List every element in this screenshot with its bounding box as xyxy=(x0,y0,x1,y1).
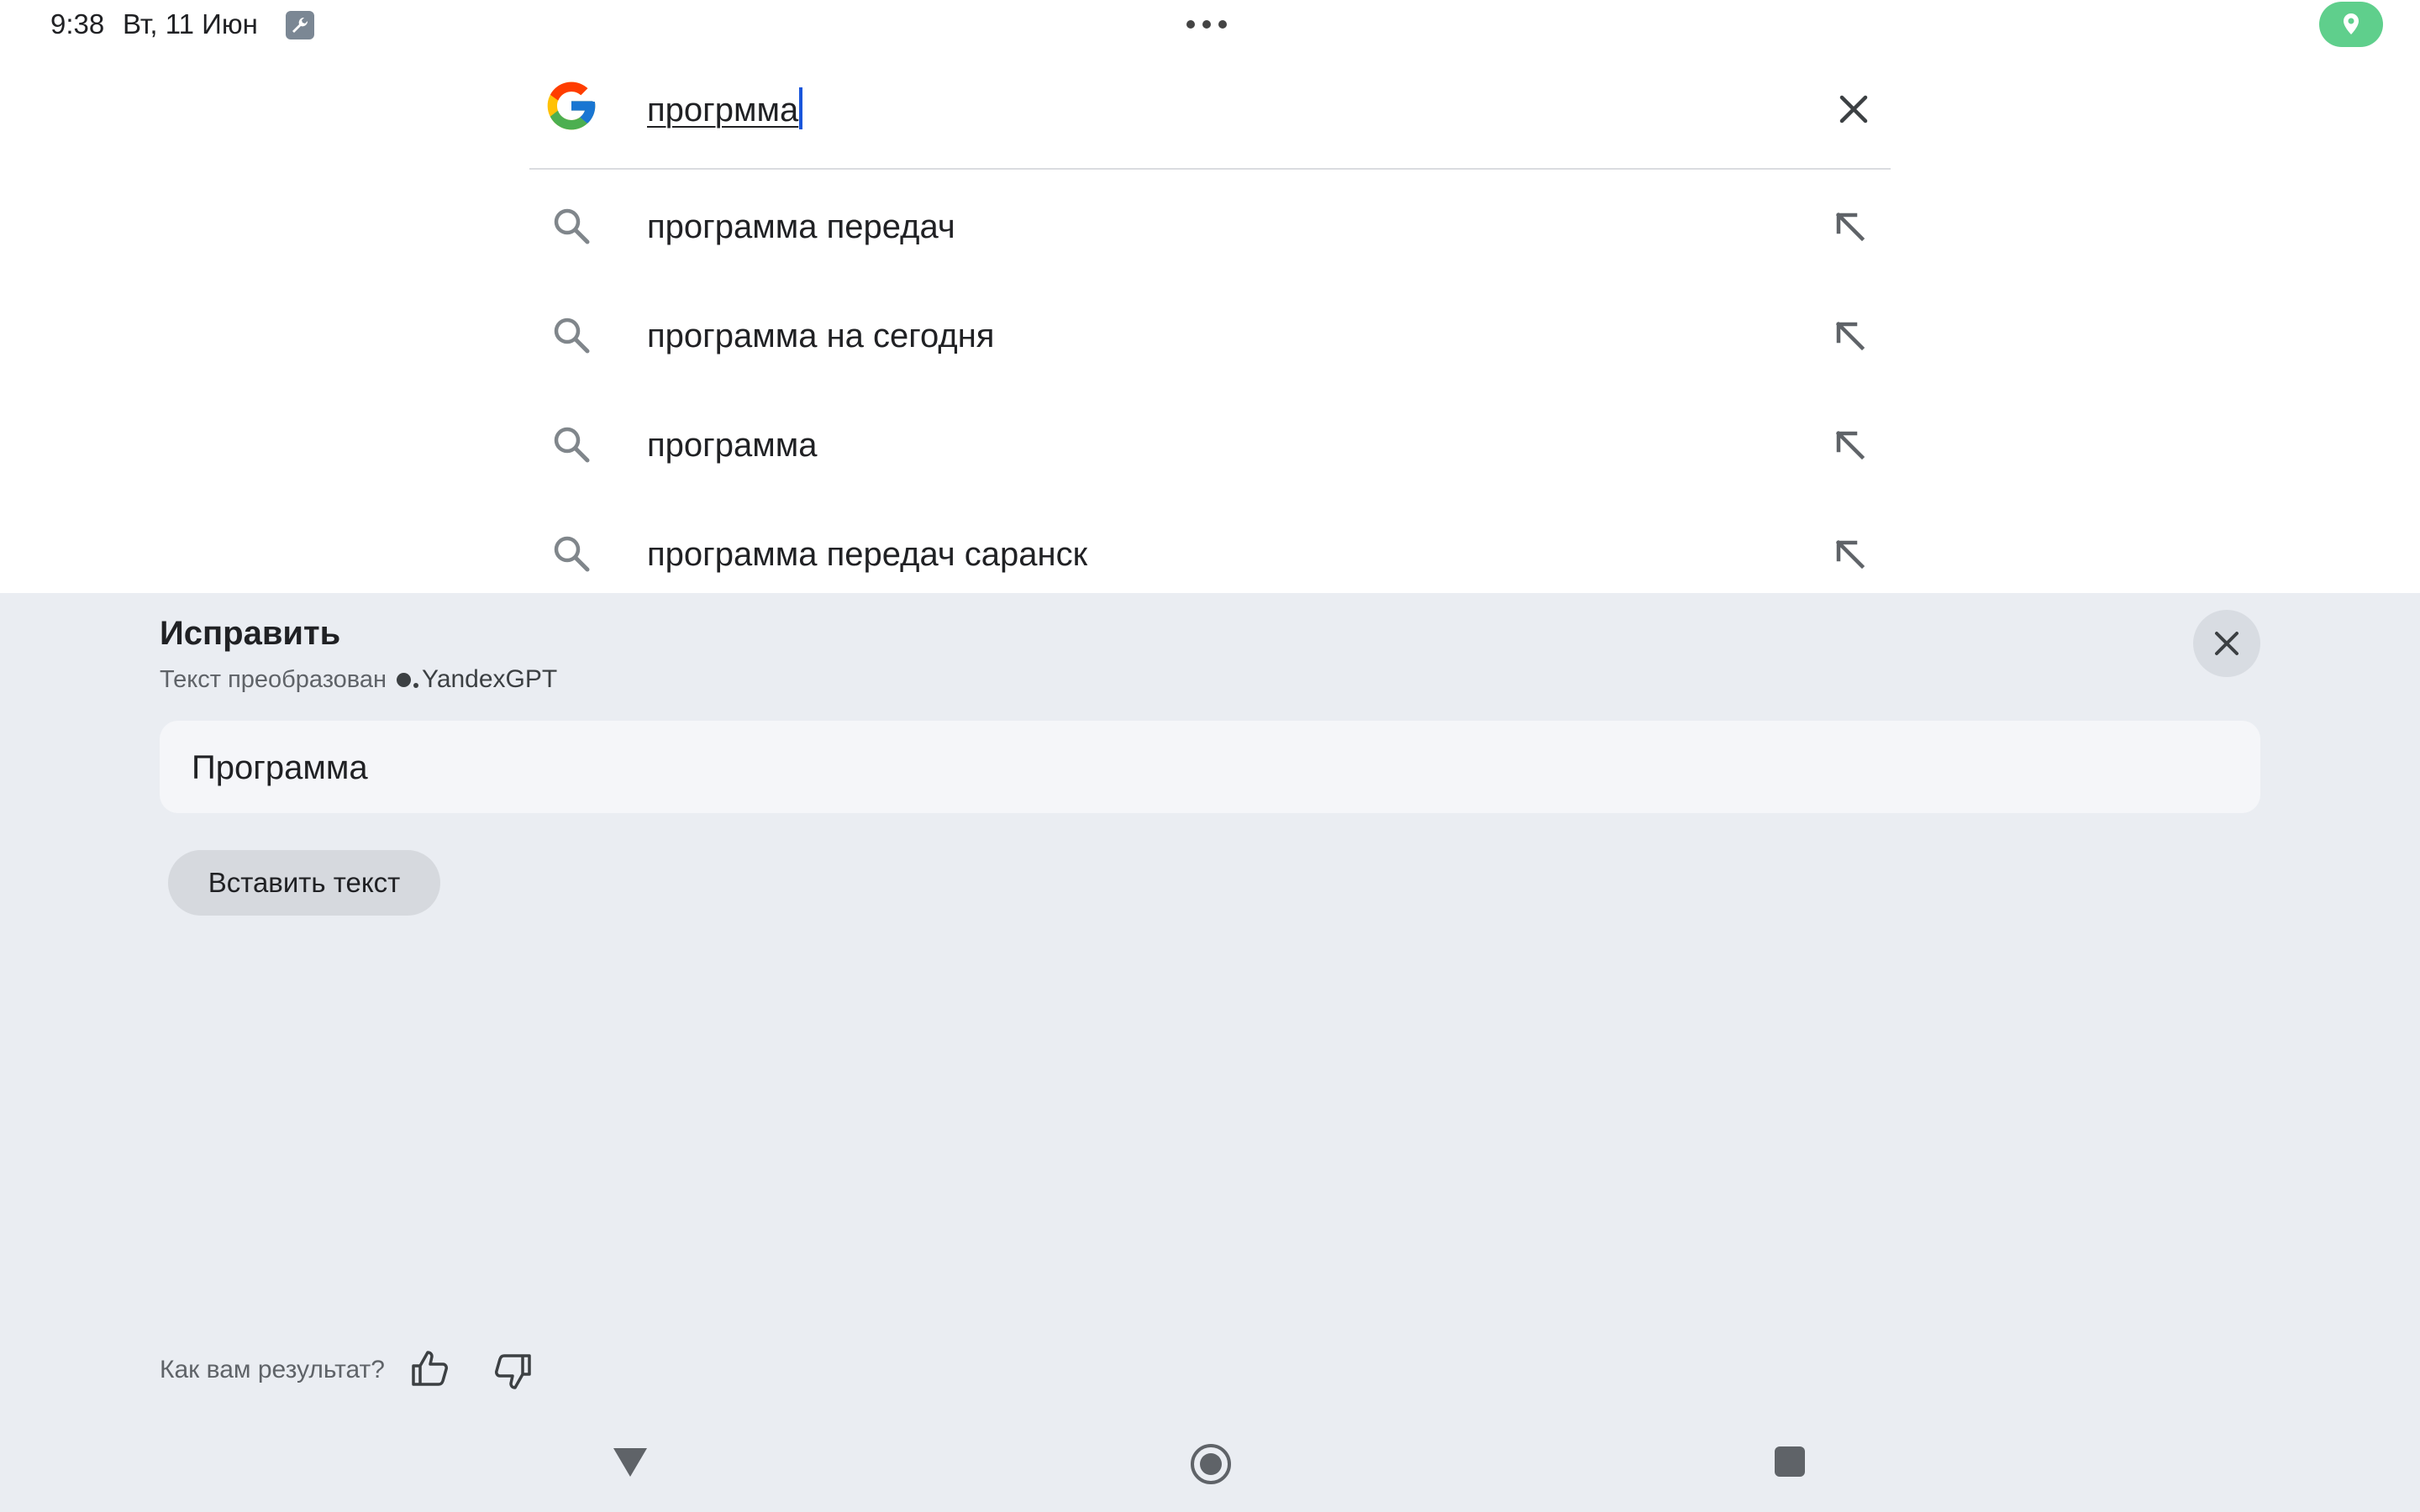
search-bar: прогрмма xyxy=(529,54,1891,170)
thumbs-down-icon[interactable] xyxy=(489,1349,534,1394)
recents-square-icon[interactable] xyxy=(1775,1446,1805,1477)
panel-title: Исправить xyxy=(160,615,341,652)
search-icon xyxy=(550,205,592,247)
search-icon xyxy=(550,533,592,575)
subtitle-text: Текст преобразован xyxy=(160,665,387,693)
insert-text-button[interactable]: Вставить текст xyxy=(168,850,440,916)
status-time: 9:38 xyxy=(50,8,105,39)
arrow-up-left-icon[interactable] xyxy=(1828,423,1872,467)
insert-text-label: Вставить текст xyxy=(208,867,401,898)
arrow-up-left-icon[interactable] xyxy=(1828,314,1872,358)
more-dots-icon[interactable] xyxy=(1186,20,1227,29)
text-caret xyxy=(799,87,803,129)
search-icon xyxy=(550,423,592,465)
suggestion-item[interactable]: программа на сегодня xyxy=(529,281,1891,390)
search-input[interactable]: прогрмма xyxy=(647,87,803,129)
suggestion-text: программа передач xyxy=(647,208,955,245)
yandexgpt-logo-dot xyxy=(413,683,419,688)
close-icon[interactable] xyxy=(1828,84,1879,134)
status-bar: 9:38 Вт, 11 Июн xyxy=(0,0,2420,52)
search-query: прогрмма xyxy=(647,92,799,129)
navigation-bar xyxy=(0,1428,2420,1512)
google-logo-icon xyxy=(543,77,600,134)
status-date: Вт, 11 Июн xyxy=(123,8,258,39)
suggestion-list: программа передач программа на сегодня п… xyxy=(529,171,1891,608)
arrow-up-left-icon[interactable] xyxy=(1828,205,1872,249)
thumbs-up-icon[interactable] xyxy=(408,1346,454,1391)
suggestion-item[interactable]: программа передач саранск xyxy=(529,499,1891,608)
feedback-label: Как вам результат? xyxy=(160,1356,385,1383)
location-icon[interactable] xyxy=(2319,2,2383,47)
brand-name: YandexGPT xyxy=(422,665,558,693)
arrow-up-left-icon[interactable] xyxy=(1828,533,1872,576)
suggestion-item[interactable]: программа xyxy=(529,390,1891,499)
suggestion-item[interactable]: программа передач xyxy=(529,171,1891,281)
corrected-text-box[interactable]: Программа xyxy=(160,721,2260,813)
suggestion-text: программа xyxy=(647,427,818,464)
wrench-icon xyxy=(286,11,314,39)
panel-subtitle: Текст преобразован YandexGPT xyxy=(160,665,557,694)
suggestion-text: программа на сегодня xyxy=(647,318,995,354)
search-icon xyxy=(550,314,592,356)
yandexgpt-logo-icon xyxy=(397,672,412,687)
suggestion-text: программа передач саранск xyxy=(647,536,1088,573)
home-circle-icon[interactable] xyxy=(1190,1443,1232,1485)
correction-panel: Исправить Текст преобразован YandexGPT П… xyxy=(0,593,2420,1512)
corrected-text: Программа xyxy=(192,749,368,786)
back-triangle-icon[interactable] xyxy=(612,1446,649,1480)
panel-close-button[interactable] xyxy=(2193,610,2260,677)
